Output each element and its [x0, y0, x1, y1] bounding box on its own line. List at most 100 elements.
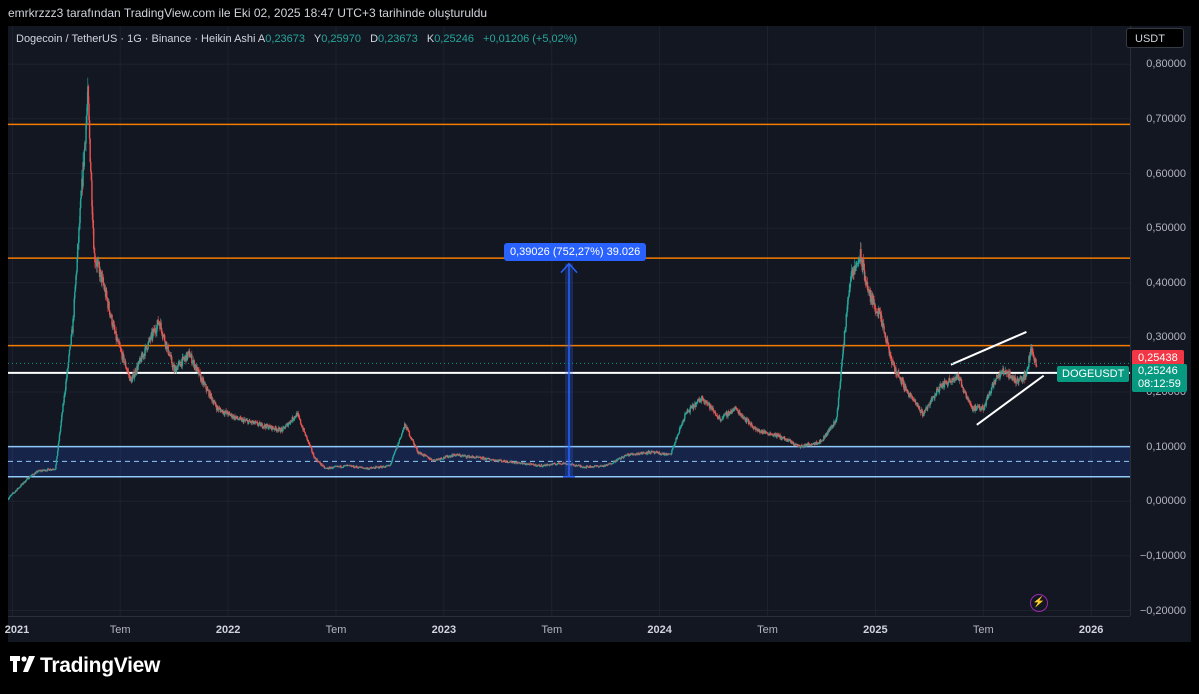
candle-body	[88, 120, 91, 139]
price-axis-tick: 0,10000	[1146, 440, 1186, 453]
candle-body	[66, 369, 68, 378]
time-axis[interactable]: 2021 Tem 2022 Tem 2023 Tem 2024 Tem 2025 Tem 2026	[4, 616, 1130, 643]
symbol-tag: DOGEUSDT	[1057, 366, 1130, 382]
channel-upper-line	[950, 331, 1027, 366]
candle-body	[133, 375, 136, 379]
measure-label[interactable]: 0,39026 (752,27%) 39.026	[504, 243, 647, 261]
candle-body	[677, 435, 679, 437]
candle-body	[145, 345, 148, 349]
candle-body	[106, 290, 108, 298]
candle-body	[895, 367, 897, 374]
candle-body	[306, 436, 308, 440]
high-value: 0,25970	[321, 33, 361, 45]
change-value: +0,01206 (+5,02%)	[483, 33, 578, 45]
candle-body	[305, 434, 308, 437]
chart-legend: Dogecoin / TetherUS · 1G · Binance · Hei…	[16, 33, 578, 45]
candle-body	[923, 411, 925, 415]
tradingview-logo-icon	[10, 654, 36, 678]
candle-body	[61, 411, 64, 415]
chart-caption: emrkrzzz3 tarafından TradingView.com ile…	[8, 6, 488, 20]
price-axis[interactable]: 0,80000 0,70000 0,60000 0,50000 0,40000 0,300…	[1130, 26, 1192, 617]
price-axis-tick: 0,80000	[1146, 58, 1186, 71]
price-axis-tick: 0,30000	[1146, 331, 1186, 344]
brand-name: TradingView	[40, 654, 161, 677]
candle-body	[765, 431, 768, 433]
time-axis-tick: 2023	[431, 624, 457, 636]
candle-body	[408, 431, 411, 436]
lightning-icon[interactable]: ⚡	[1030, 594, 1048, 612]
time-axis-tick: 2026	[1078, 624, 1104, 636]
price-chart-svg	[8, 26, 1130, 616]
plot-area[interactable]: Dogecoin / TetherUS · 1G · Binance · Hei…	[8, 26, 1130, 616]
candle-body	[898, 371, 900, 377]
price-axis-tick: 0,00000	[1146, 495, 1186, 508]
candle-body	[706, 402, 709, 404]
price-axis-tick: −0,10000	[1139, 549, 1186, 562]
candle-body	[83, 150, 85, 167]
price-axis-tick: −0,20000	[1139, 604, 1186, 617]
candle-body	[108, 310, 111, 316]
open-value: 0,23673	[265, 33, 306, 45]
time-axis-tick: Tem	[541, 624, 563, 636]
candle-body	[1035, 365, 1038, 367]
candle-body	[671, 450, 673, 454]
candle-body	[298, 416, 301, 420]
candle-body	[55, 464, 57, 470]
price-axis-tick: 0,60000	[1146, 167, 1186, 180]
candle-body	[407, 428, 409, 432]
candle-body	[68, 349, 71, 356]
price-axis-tick: 0,40000	[1146, 276, 1186, 289]
candle-body	[398, 439, 401, 443]
candle-body	[412, 440, 415, 443]
candle-body	[108, 301, 110, 311]
price-axis-tick: 0,50000	[1146, 222, 1186, 235]
candle-body	[576, 465, 578, 467]
candle-body	[90, 162, 92, 172]
candle-body	[284, 427, 286, 429]
candle-body	[794, 444, 797, 446]
candle-body	[918, 406, 921, 410]
candle-body	[30, 475, 32, 477]
close-value: 0,25246	[434, 33, 474, 45]
candle-body	[55, 459, 58, 465]
time-axis-tick: Tem	[757, 624, 778, 636]
candle-body	[719, 416, 721, 419]
time-axis-tick: 2022	[215, 624, 241, 636]
candle-body	[391, 459, 393, 462]
low-value: 0,23673	[378, 33, 418, 45]
candle-body	[684, 414, 686, 419]
candle-body	[80, 192, 83, 198]
candle-body	[100, 269, 102, 272]
candle-body	[843, 331, 846, 346]
candle-body	[247, 421, 250, 424]
candle-body	[74, 291, 76, 299]
candle-body	[849, 281, 852, 288]
time-axis-tick: Tem	[325, 624, 347, 636]
symbol-title[interactable]: Dogecoin / TetherUS · 1G · Binance · Hei…	[16, 33, 255, 45]
candle-body	[299, 419, 302, 424]
candle-body	[866, 282, 869, 290]
candle-body	[1025, 371, 1028, 377]
candle-body	[70, 334, 72, 345]
candle-body	[79, 207, 81, 224]
time-axis-tick: Tem	[972, 624, 994, 636]
time-axis-tick: 2021	[4, 624, 30, 636]
candle-body	[308, 442, 311, 446]
candle-body	[838, 390, 840, 398]
candle-body	[167, 344, 169, 354]
candle-body	[295, 416, 297, 418]
price-axis-tick: 0,70000	[1146, 112, 1186, 125]
last-price-tag: 0,25246 08:12:59	[1132, 364, 1187, 392]
candle-body	[340, 465, 342, 468]
candle-body	[988, 395, 990, 399]
time-axis-tick: 2025	[863, 624, 888, 636]
candle-body	[392, 455, 395, 457]
candle-body	[874, 304, 876, 312]
candle-body	[33, 474, 35, 476]
currency-button[interactable]: USDT	[1126, 28, 1184, 48]
tradingview-logo[interactable]: TradingView	[10, 654, 160, 678]
candle-body	[56, 455, 58, 460]
chart-frame: Dogecoin / TetherUS · 1G · Binance · Hei…	[4, 26, 1192, 643]
last-price-value: 0,25246	[1138, 365, 1178, 377]
countdown-value: 08:12:59	[1138, 378, 1181, 390]
